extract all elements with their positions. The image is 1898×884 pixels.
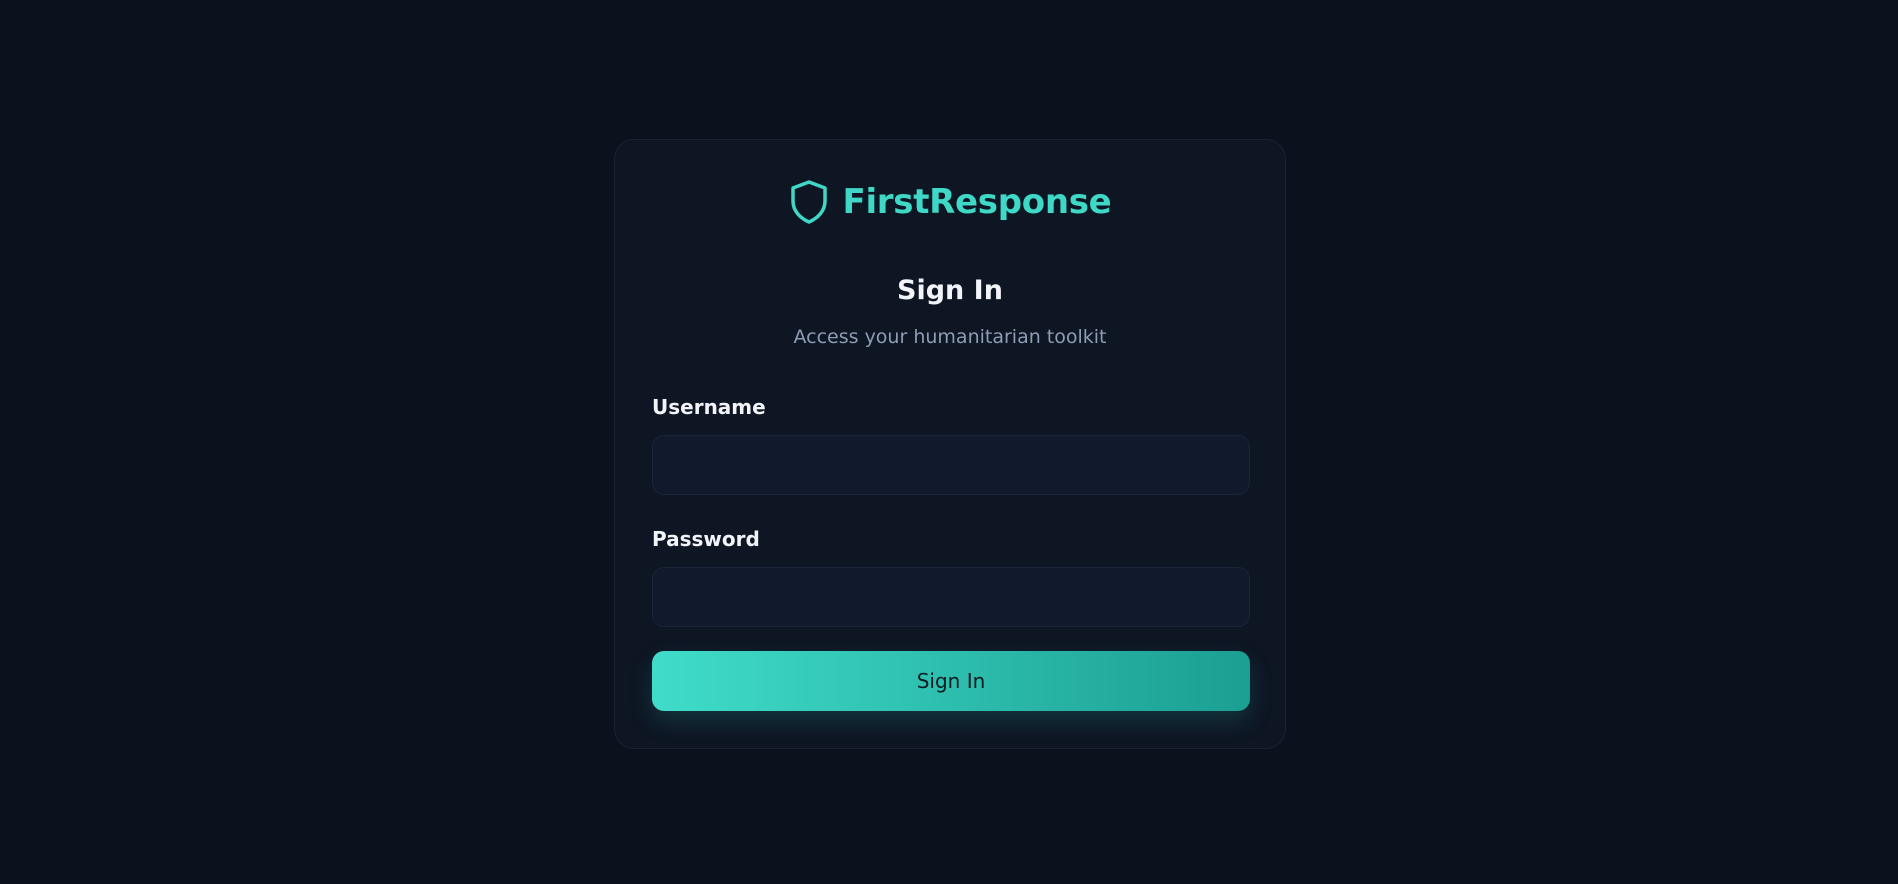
brand-name: FirstResponse <box>842 182 1112 222</box>
page-subtitle: Access your humanitarian toolkit <box>793 326 1107 348</box>
password-label: Password <box>652 527 760 551</box>
sign-in-button[interactable]: Sign In <box>652 651 1250 711</box>
username-label: Username <box>652 395 766 419</box>
username-field[interactable] <box>652 435 1250 495</box>
brand-header: FirstResponse <box>615 178 1285 226</box>
login-card: FirstResponse Sign In Access your humani… <box>614 139 1286 749</box>
page-title: Sign In <box>897 275 1003 306</box>
password-field[interactable] <box>652 567 1250 627</box>
shield-icon <box>789 179 829 225</box>
